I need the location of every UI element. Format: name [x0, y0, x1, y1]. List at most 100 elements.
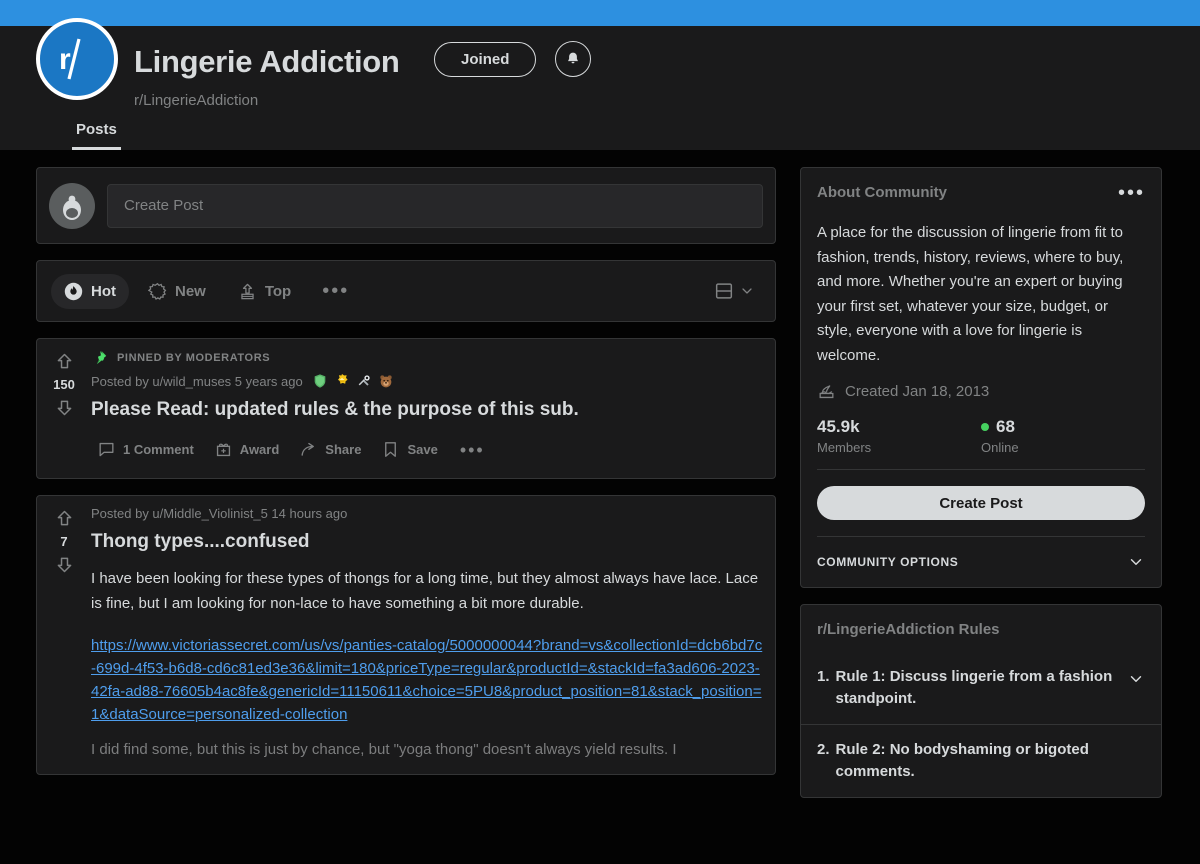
- post-external-link[interactable]: https://www.victoriassecret.com/us/vs/pa…: [91, 634, 763, 726]
- online-status-dot: [981, 423, 989, 431]
- user-avatar[interactable]: [49, 182, 95, 229]
- page-title: Lingerie Addiction: [134, 44, 400, 79]
- rule-item[interactable]: 2. Rule 2: No bodyshaming or bigoted com…: [801, 724, 1161, 797]
- post-author-line: Posted by u/Middle_Violinist_5 14 hours …: [91, 506, 348, 521]
- share-arrow-icon: [301, 442, 315, 456]
- flame-icon: [64, 282, 83, 300]
- gift-icon: [216, 443, 230, 457]
- rule-item[interactable]: 1. Rule 1: Discuss lingerie from a fashi…: [801, 652, 1161, 724]
- members-label: Members: [817, 440, 872, 455]
- rule-number: 2.: [817, 741, 830, 758]
- post-title[interactable]: Please Read: updated rules & the purpose…: [91, 397, 763, 423]
- page-content: Hot New Top •••: [0, 150, 1200, 798]
- community-title-block: Lingerie Addiction Joined r/LingerieAddi…: [134, 41, 591, 109]
- sort-top[interactable]: Top: [225, 274, 304, 309]
- bear-award-icon: [380, 375, 392, 388]
- award-flairs: [312, 373, 394, 389]
- post-title[interactable]: Thong types....confused: [91, 529, 763, 555]
- rules-header: r/LingerieAddiction Rules: [801, 605, 1161, 652]
- about-description: A place for the discussion of lingerie f…: [817, 224, 1124, 364]
- community-icon[interactable]: r: [36, 18, 118, 100]
- comments-button[interactable]: 1 Comment: [91, 433, 200, 466]
- online-value-wrap: 68: [981, 417, 1145, 437]
- award-button[interactable]: Award: [208, 433, 286, 466]
- about-community-card: About Community ••• A place for the disc…: [800, 167, 1162, 588]
- post-more-button[interactable]: •••: [452, 441, 493, 459]
- pushpin-icon: [96, 350, 107, 365]
- online-label: Online: [981, 440, 1019, 455]
- award-label: Award: [239, 442, 280, 457]
- post-card-pinned[interactable]: 150 PINNED BY MODERATORS Posted by u/wil…: [36, 338, 776, 479]
- post-card-thong-types[interactable]: 7 Posted by u/Middle_Violinist_5 14 hour…: [36, 495, 776, 775]
- community-tabs: Posts: [72, 121, 121, 150]
- about-header: About Community •••: [801, 168, 1161, 203]
- vote-column: 7: [37, 496, 91, 774]
- rules-title: r/LingerieAddiction Rules: [817, 621, 1000, 638]
- vote-column: 150: [37, 339, 91, 478]
- rule-label: Rule 1: Discuss lingerie from a fashion …: [835, 668, 1113, 707]
- post-text: I have been looking for these types of t…: [91, 570, 759, 612]
- create-post-input[interactable]: [107, 183, 763, 228]
- about-title: About Community: [817, 184, 947, 201]
- sort-bar: Hot New Top •••: [36, 260, 776, 322]
- rule-text-wrap: 2. Rule 2: No bodyshaming or bigoted com…: [817, 739, 1145, 783]
- post-meta: Posted by u/Middle_Violinist_5 14 hours …: [91, 506, 763, 521]
- chevron-down-icon: [1130, 559, 1142, 565]
- chevron-down-icon: [742, 288, 752, 294]
- about-more-button[interactable]: •••: [1118, 183, 1145, 203]
- created-row: Created Jan 18, 2013: [801, 368, 1161, 417]
- online-value: 68: [996, 417, 1015, 436]
- save-label: Save: [407, 442, 438, 457]
- joined-button[interactable]: Joined: [434, 41, 537, 77]
- upvote-button[interactable]: [54, 508, 75, 529]
- online-stat: 68 Online: [981, 417, 1145, 455]
- vote-score: 7: [60, 534, 68, 549]
- community-options-label: COMMUNITY OPTIONS: [817, 555, 959, 569]
- post-body: PINNED BY MODERATORS Posted by u/wild_mu…: [91, 339, 775, 478]
- divider: [817, 469, 1145, 470]
- community-header: r Lingerie Addiction Joined r/LingerieAd…: [0, 18, 1200, 150]
- upvote-button[interactable]: [54, 351, 75, 372]
- gold-crown-award-icon: [337, 374, 348, 384]
- comments-label: 1 Comment: [123, 442, 194, 457]
- post-body: Posted by u/Middle_Violinist_5 14 hours …: [91, 496, 775, 774]
- sidebar: About Community ••• A place for the disc…: [800, 167, 1162, 798]
- podium-arrow-icon: [241, 283, 254, 299]
- sort-new-label: New: [175, 282, 206, 300]
- downvote-button[interactable]: [54, 554, 75, 575]
- post-meta: Posted by u/wild_muses 5 years ago: [91, 373, 763, 389]
- create-post-bar: [36, 167, 776, 244]
- rule-label: Rule 2: No bodyshaming or bigoted commen…: [835, 741, 1089, 780]
- pinned-row: PINNED BY MODERATORS: [91, 349, 763, 366]
- rule-number: 1.: [817, 668, 830, 685]
- svg-text:r: r: [59, 43, 71, 76]
- members-value: 45.9k: [817, 417, 860, 436]
- save-button[interactable]: Save: [375, 433, 443, 466]
- community-options-row[interactable]: COMMUNITY OPTIONS: [801, 537, 1161, 587]
- sort-new[interactable]: New: [135, 274, 219, 309]
- silver-tools-award-icon: [358, 375, 370, 386]
- sort-hot-label: Hot: [91, 282, 116, 300]
- layout-toggle-button[interactable]: [713, 280, 761, 302]
- shield-award-icon: [314, 374, 326, 388]
- sort-top-label: Top: [264, 282, 292, 300]
- downvote-button[interactable]: [54, 397, 75, 418]
- share-label: Share: [325, 442, 362, 457]
- chevron-down-icon: [1130, 676, 1142, 682]
- starburst-icon: [148, 282, 167, 300]
- share-button[interactable]: Share: [293, 433, 367, 466]
- rule-text-wrap: 1. Rule 1: Discuss lingerie from a fashi…: [817, 666, 1117, 710]
- sidebar-create-post-button[interactable]: Create Post: [817, 486, 1145, 520]
- tab-posts[interactable]: Posts: [72, 121, 121, 150]
- community-rules-card: r/LingerieAddiction Rules 1. Rule 1: Dis…: [800, 604, 1162, 798]
- notification-bell-button[interactable]: [554, 41, 591, 77]
- bookmark-icon: [385, 442, 397, 457]
- sort-hot[interactable]: Hot: [51, 273, 129, 309]
- pinned-label: PINNED BY MODERATORS: [117, 351, 271, 364]
- community-handle: r/LingerieAddiction: [134, 92, 259, 109]
- post-text-continued: I did find some, but this is just by cha…: [91, 741, 677, 758]
- created-label: Created Jan 18, 2013: [845, 383, 990, 400]
- sort-more-button[interactable]: •••: [310, 281, 361, 301]
- community-banner: [0, 0, 1200, 26]
- members-stat: 45.9k Members: [817, 417, 981, 455]
